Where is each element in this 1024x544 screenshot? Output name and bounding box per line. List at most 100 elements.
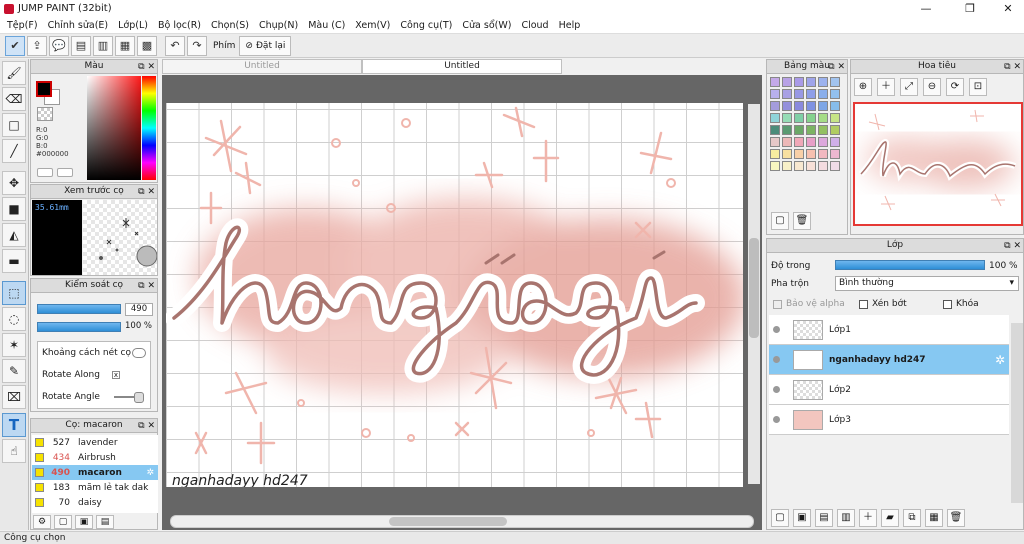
color-swatch[interactable] [830, 89, 840, 99]
menu-file[interactable]: Tệp(F) [2, 20, 43, 31]
panel-close-icon[interactable]: ⧉ ✕ [138, 61, 155, 74]
artboard[interactable]: nganhadayy hd247 [166, 103, 743, 487]
copy-brush-icon[interactable]: ▣ [75, 515, 93, 529]
message-icon[interactable]: ▤ [71, 35, 91, 56]
color-swatch[interactable] [830, 161, 840, 171]
menu-color[interactable]: Màu (C) [303, 20, 350, 31]
zoom-out-icon[interactable]: ⊖ [923, 78, 941, 96]
color-swatch[interactable] [794, 113, 804, 123]
color-swatch[interactable] [782, 161, 792, 171]
color-swatch[interactable] [806, 161, 816, 171]
lasso-tool-icon[interactable]: ◌ [2, 307, 26, 331]
clipping-checkbox[interactable] [859, 300, 868, 309]
panel-close-icon[interactable]: ⧉ ✕ [138, 420, 155, 433]
reset-button[interactable]: ⊘ Đặt lại [239, 35, 292, 56]
add-layer-menu-icon[interactable]: ＋ [859, 509, 877, 527]
color-swatch[interactable] [806, 77, 816, 87]
maximize-button[interactable]: ❐ [956, 0, 984, 17]
protect-alpha-checkbox[interactable] [773, 300, 782, 309]
color-swatch[interactable] [782, 137, 792, 147]
layer-settings-icon[interactable]: ▦ [925, 509, 943, 527]
layer-row-selected[interactable]: nganhadayy hd247 ✲ [769, 345, 1009, 375]
menu-view[interactable]: Xem(V) [350, 20, 395, 31]
color-swatch[interactable] [770, 89, 780, 99]
fit-screen-icon[interactable]: ⤢ [900, 78, 918, 96]
gradient-tool-icon[interactable]: ▬ [2, 249, 26, 273]
panel-close-icon[interactable]: ⧉ ✕ [138, 280, 155, 293]
tab-untitled-2[interactable]: Untitled [362, 59, 562, 74]
bucket-tool-icon[interactable]: ◭ [2, 223, 26, 247]
zoom-in-icon[interactable]: ⊕ [854, 78, 872, 96]
color-swatch[interactable] [770, 137, 780, 147]
layer-list-scrollbar[interactable] [1011, 323, 1023, 503]
comment-icon[interactable]: 💬 [49, 35, 69, 56]
color-swatch[interactable] [818, 101, 828, 111]
grid-icon[interactable]: ▩ [137, 35, 157, 56]
gear-icon[interactable]: ✲ [995, 353, 1005, 367]
color-swatch[interactable] [770, 161, 780, 171]
lock-checkbox[interactable] [943, 300, 952, 309]
canvas-horizontal-scrollbar[interactable] [170, 515, 754, 528]
rect-select-tool-icon[interactable]: ⬚ [2, 281, 26, 305]
menu-capture[interactable]: Chụp(N) [254, 20, 303, 31]
menu-help[interactable]: Help [554, 20, 586, 31]
color-swatch[interactable] [818, 89, 828, 99]
delete-swatch-icon[interactable]: 🗑 [793, 212, 811, 230]
check-icon[interactable]: ✔ [5, 35, 25, 56]
color-swatch[interactable] [794, 137, 804, 147]
color-swatch[interactable] [830, 137, 840, 147]
line-tool-icon[interactable]: ╱ [2, 139, 26, 163]
layer-row[interactable]: Lớp2 [769, 375, 1009, 405]
color-swatch[interactable] [782, 101, 792, 111]
saturation-value-picker[interactable] [87, 76, 141, 180]
select-eraser-tool-icon[interactable]: ⌧ [2, 385, 26, 409]
tab-untitled-1[interactable]: Untitled [162, 59, 362, 74]
color-swatch[interactable] [830, 101, 840, 111]
doc-icon[interactable]: ▦ [115, 35, 135, 56]
duplicate-layer-icon[interactable]: ▥ [837, 509, 855, 527]
color-swatch[interactable] [806, 89, 816, 99]
brush-menu-icon[interactable]: ▤ [96, 515, 114, 529]
color-swatch[interactable] [794, 149, 804, 159]
color-swatch[interactable] [806, 113, 816, 123]
eraser-tool-icon[interactable]: ⌫ [2, 87, 26, 111]
panel-close-icon[interactable]: ⧉ ✕ [1004, 61, 1021, 74]
navigator-thumbnail[interactable] [853, 102, 1023, 226]
color-swatch[interactable] [818, 137, 828, 147]
menu-window[interactable]: Cửa sổ(W) [457, 20, 516, 31]
visibility-icon[interactable] [773, 416, 780, 423]
panel-close-icon[interactable]: ⧉ ✕ [1004, 240, 1021, 253]
menu-filter[interactable]: Bộ lọc(R) [153, 20, 206, 31]
layer-row[interactable]: Lớp1 [769, 315, 1009, 345]
color-swatch[interactable] [806, 125, 816, 135]
color-swatch[interactable] [794, 125, 804, 135]
color-swatch[interactable] [782, 125, 792, 135]
color-mode-button[interactable] [37, 168, 53, 177]
minimize-button[interactable]: — [912, 0, 940, 17]
color-swatch[interactable] [806, 137, 816, 147]
color-swatch[interactable] [830, 113, 840, 123]
brush-item[interactable]: 434 Airbrush [32, 450, 158, 465]
magic-wand-tool-icon[interactable]: ✶ [2, 333, 26, 357]
rotate-along-checkbox[interactable]: x [112, 371, 120, 379]
rotate-angle-slider[interactable] [114, 392, 144, 403]
canvas-vertical-scrollbar[interactable] [748, 104, 760, 484]
move-tool-icon[interactable]: ✥ [2, 171, 26, 195]
menu-edit[interactable]: Chỉnh sửa(E) [43, 20, 114, 31]
share-icon[interactable]: ⇪ [27, 35, 47, 56]
brush-item[interactable]: 183 mãm lẻ tak dak [32, 480, 158, 495]
color-swatch[interactable] [770, 125, 780, 135]
merge-layer-icon[interactable]: ⧉ [903, 509, 921, 527]
rotate-angle-option[interactable]: Rotate Angle [38, 386, 150, 408]
color-swatch[interactable] [806, 149, 816, 159]
new-swatch-icon[interactable]: ▢ [771, 212, 789, 230]
redo-icon[interactable]: ↷ [187, 35, 207, 56]
color-swatch[interactable] [794, 89, 804, 99]
menu-tools[interactable]: Công cụ(T) [395, 20, 457, 31]
select-pen-tool-icon[interactable]: ✎ [2, 359, 26, 383]
color-swatch[interactable] [818, 125, 828, 135]
new-brush-icon[interactable]: ▢ [54, 515, 72, 529]
zoom-plus-icon[interactable]: ＋ [877, 78, 895, 96]
layer-opacity-slider[interactable] [835, 260, 985, 270]
visibility-icon[interactable] [773, 386, 780, 393]
